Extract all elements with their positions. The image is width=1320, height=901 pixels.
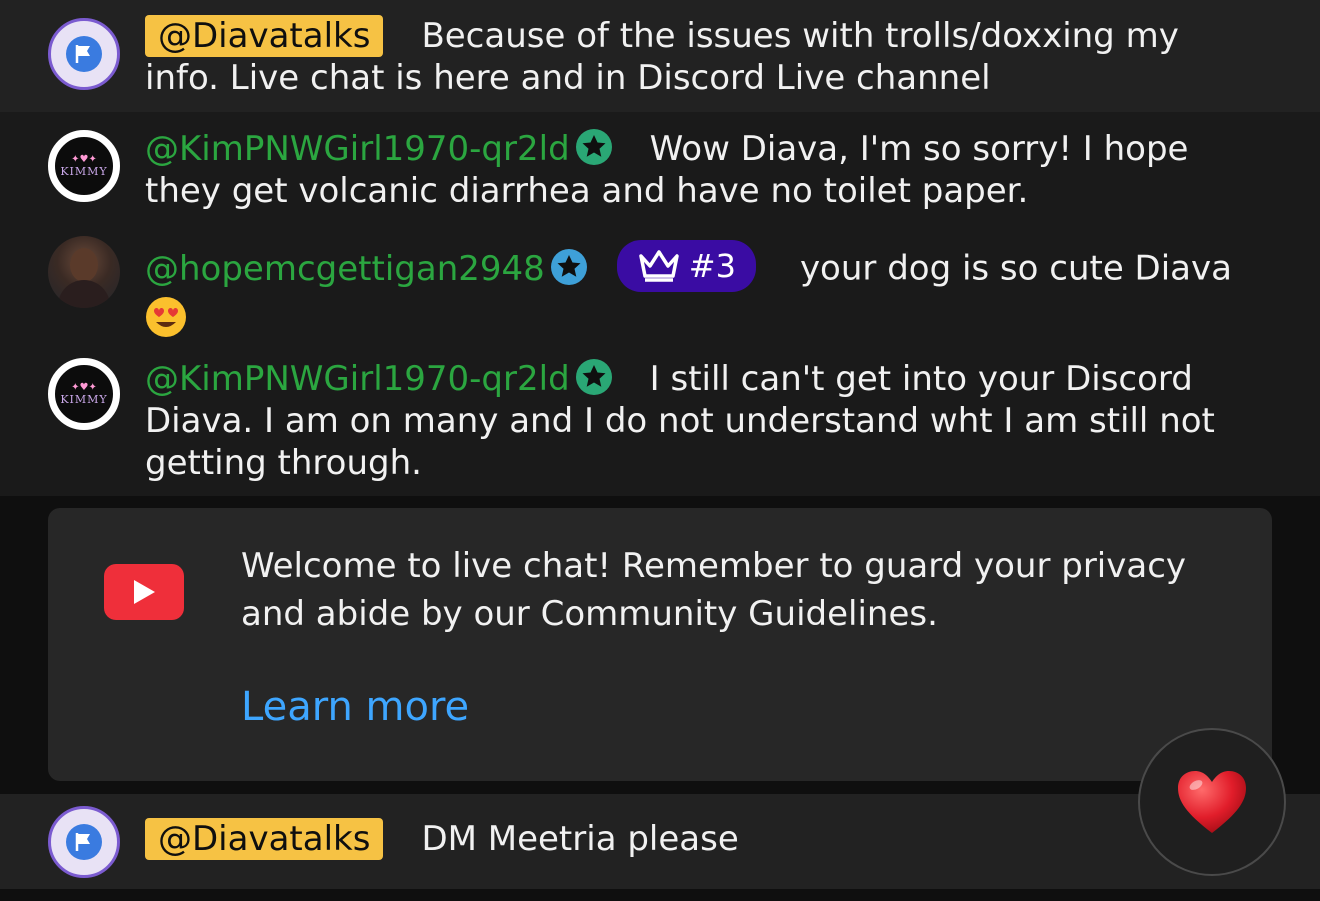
crown-icon bbox=[639, 250, 679, 282]
flag-icon bbox=[66, 824, 102, 860]
heart-eyes-emoji bbox=[145, 296, 187, 348]
welcome-text: Welcome to live chat! Remember to guard … bbox=[241, 546, 1187, 634]
live-chat: @Diavatalks Because of the issues with tr… bbox=[0, 0, 1320, 901]
star-badge-icon bbox=[575, 359, 612, 395]
avatar[interactable]: ✦♥✦ KIMMY bbox=[48, 130, 120, 202]
flag-icon bbox=[66, 36, 102, 72]
chat-message: ✦♥✦ KIMMY @KimPNWGirl1970-qr2ld I still c… bbox=[0, 342, 1320, 496]
learn-more-link[interactable]: Learn more bbox=[241, 684, 469, 730]
avatar-face bbox=[70, 248, 98, 282]
message-text: your dog is so cute Diava bbox=[799, 248, 1232, 289]
chat-message: @Diavatalks DM Meetria please bbox=[0, 794, 1320, 889]
author-name[interactable]: @Diavatalks bbox=[145, 15, 384, 57]
author-name[interactable]: @hopemcgettigan2948 bbox=[145, 249, 545, 289]
author-name[interactable]: @KimPNWGirl1970-qr2ld bbox=[145, 129, 570, 169]
rank-label: #3 bbox=[688, 247, 736, 285]
author-name[interactable]: @Diavatalks bbox=[145, 818, 384, 860]
star-badge-icon bbox=[575, 129, 612, 165]
message-text: DM Meetria please bbox=[421, 819, 739, 859]
chat-message: @Diavatalks Because of the issues with tr… bbox=[0, 0, 1320, 112]
avatar-label: KIMMY bbox=[60, 165, 108, 178]
author-name[interactable]: @KimPNWGirl1970-qr2ld bbox=[145, 359, 570, 399]
chat-message: @hopemcgettigan2948 #3 your dog is so cute… bbox=[0, 222, 1320, 342]
heart-reaction-button[interactable] bbox=[1138, 728, 1286, 876]
welcome-banner: Welcome to live chat! Remember to guard … bbox=[48, 508, 1272, 781]
avatar-body bbox=[58, 280, 110, 308]
heart-icon bbox=[1178, 771, 1246, 833]
avatar[interactable] bbox=[48, 18, 120, 90]
avatar[interactable] bbox=[48, 806, 120, 878]
avatar[interactable]: ✦♥✦ KIMMY bbox=[48, 358, 120, 430]
avatar-label: KIMMY bbox=[60, 393, 108, 406]
star-badge-icon bbox=[550, 248, 587, 285]
chat-message: ✦♥✦ KIMMY @KimPNWGirl1970-qr2ld Wow Diava… bbox=[0, 112, 1320, 222]
rank-badge: #3 bbox=[616, 240, 756, 292]
avatar[interactable] bbox=[48, 236, 120, 308]
youtube-logo-icon bbox=[104, 564, 184, 620]
